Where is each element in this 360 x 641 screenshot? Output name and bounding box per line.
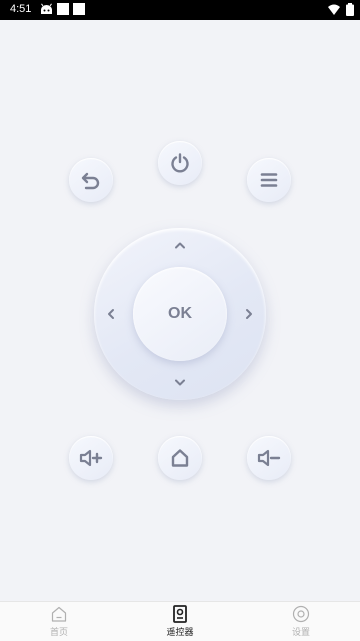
volume-down-icon <box>257 449 281 467</box>
menu-icon <box>260 173 278 187</box>
ok-button[interactable]: OK <box>133 267 227 361</box>
settings-icon <box>292 605 310 623</box>
wifi-icon <box>328 4 340 15</box>
power-button[interactable] <box>158 141 202 185</box>
volume-down-button[interactable] <box>247 436 291 480</box>
battery-icon <box>346 3 354 16</box>
status-time: 4:51 <box>10 3 32 15</box>
dpad-left-button[interactable] <box>104 307 118 321</box>
android-debug-icon <box>41 3 52 14</box>
chevron-right-icon <box>246 309 252 319</box>
tab-settings[interactable]: 设置 <box>271 605 331 638</box>
power-icon <box>171 153 189 173</box>
tab-remote-label: 遥控器 <box>166 628 194 638</box>
dpad-up-button[interactable] <box>173 238 187 252</box>
notification-icon <box>57 3 69 15</box>
tab-home[interactable]: 首页 <box>29 605 89 638</box>
back-button[interactable] <box>69 158 113 202</box>
back-icon <box>81 172 100 190</box>
chevron-up-icon <box>175 242 185 249</box>
bottom-tab-bar: 首页 遥控器 设置 <box>0 601 360 641</box>
notification-icon <box>73 3 85 15</box>
tab-settings-label: 设置 <box>291 628 310 638</box>
home-button[interactable] <box>158 436 202 480</box>
status-bar: 4:51 <box>0 0 360 20</box>
chevron-left-icon <box>108 309 114 319</box>
ok-label: OK <box>168 305 192 322</box>
home-icon <box>51 606 67 622</box>
chevron-down-icon <box>175 379 185 386</box>
tab-home-label: 首页 <box>49 628 68 638</box>
volume-up-button[interactable] <box>69 436 113 480</box>
dpad-down-button[interactable] <box>173 376 187 390</box>
home-icon <box>171 449 189 467</box>
menu-button[interactable] <box>247 158 291 202</box>
volume-up-icon <box>79 449 103 467</box>
remote-icon <box>173 605 187 623</box>
tab-remote[interactable]: 遥控器 <box>150 605 210 638</box>
direction-pad: OK <box>94 228 266 400</box>
dpad-right-button[interactable] <box>242 307 256 321</box>
